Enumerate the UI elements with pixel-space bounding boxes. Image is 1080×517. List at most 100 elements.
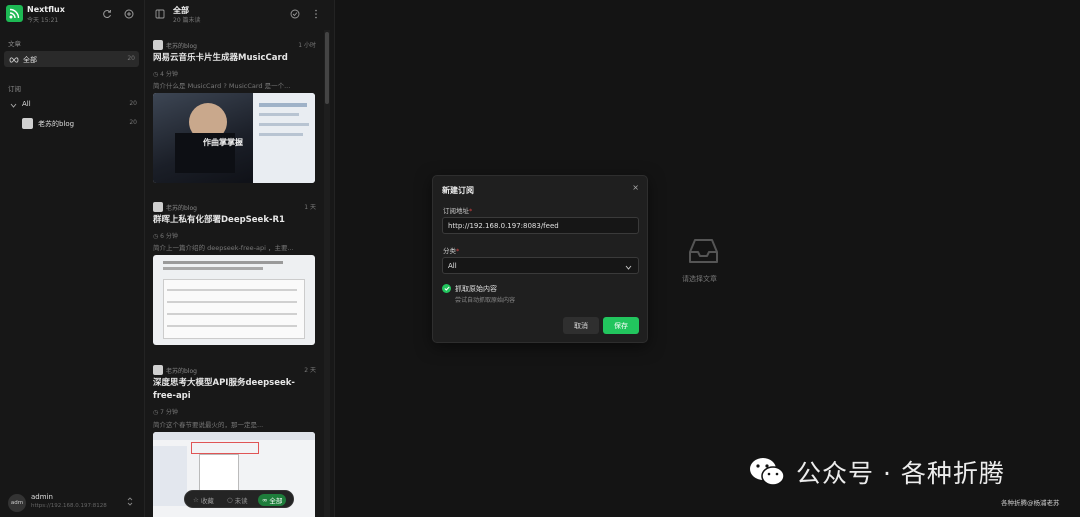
filter-unread[interactable]: ○ 未读 [223,494,252,506]
article-thumbnail [153,255,315,345]
url-label-text: 订阅地址 [443,207,469,215]
ui-preview-line [259,103,307,107]
article-time: 1 天 [304,204,316,211]
article-list: 全部 20 篇未读 老苏的blog 1 小时 网易云音乐卡片生成器MusicCa… [145,0,335,517]
crawler-label: 抓取原始内容 [455,285,497,293]
list-scrollbar-thumb[interactable] [325,32,329,104]
required-marker: * [456,247,460,255]
sidebar-shape [153,446,187,506]
article-source: 老苏的blog [153,40,197,50]
empty-state-text: 请选择文章 [682,275,717,283]
sidebar-toggle-icon[interactable] [155,9,165,21]
ui-preview-line [259,123,309,126]
list-subtitle: 20 篇未读 [173,17,201,24]
sidebar-category-all[interactable]: All 20 [8,98,137,112]
popup-shape [199,454,239,494]
user-url: https://192.168.0.197:8128 [31,503,107,509]
star-icon: ☆ [193,496,199,504]
article-item[interactable]: 老苏的blog 1 小时 网易云音乐卡片生成器MusicCard ◷ 4 分钟 … [153,40,316,185]
doc-table-shape [163,279,305,339]
article-read-time-label: 6 分钟 [160,233,178,240]
chevron-updown-icon [127,497,133,508]
filter-starred[interactable]: ☆ 收藏 [189,494,218,506]
doc-line [167,301,297,303]
add-feed-icon[interactable] [123,8,135,20]
article-thumbnail: 作曲掌掌握 [153,93,315,183]
articles-section-label: 文章 [8,40,21,48]
filter-all-label: 全部 [269,497,283,505]
doc-line [163,267,263,270]
crawler-description: 尝试自动抓取原始内容 [455,297,516,304]
sidebar-feed-item[interactable]: 老苏的blog 20 [8,117,137,131]
doc-line [167,289,297,291]
circle-icon: ○ [227,496,233,504]
article-title: 群晖上私有化部署DeepSeek-R1 [153,215,285,225]
article-read-time: ◷ 4 分钟 [153,71,178,78]
article-source-label: 老苏的blog [166,367,197,375]
list-header: 全部 20 篇未读 [145,0,334,28]
article-source-label: 老苏的blog [166,42,197,50]
feed-favicon-icon [153,40,163,50]
article-desc: 简介这个春节要说最火的，那一定是... [153,421,264,429]
thumbnail-caption: 作曲掌掌握 [203,138,243,147]
infinity-icon: ∞ [262,496,268,504]
article-time: 2 天 [304,367,316,374]
watermark-text: 公众号 · 各种折腾 [796,459,1005,488]
infinity-icon [9,56,19,65]
article-desc: 简介什么是 MusicCard ? MusicCard 是一个... [153,82,291,90]
article-read-time-label: 4 分钟 [160,71,178,78]
category-select[interactable]: All [442,257,639,274]
feed-favicon-icon [153,365,163,375]
filter-starred-label: 收藏 [200,497,214,505]
article-source: 老苏的blog [153,202,197,212]
watermark: 公众号 · 各种折腾 [748,452,1005,492]
refresh-icon[interactable] [101,8,113,20]
rss-logo-icon [6,5,23,22]
category-field-label: 分类* [443,245,459,255]
sidebar-item-all-count: 20 [127,55,135,62]
save-button[interactable]: 保存 [603,317,639,334]
category-label: All [22,100,31,108]
filter-bar: ☆ 收藏 ○ 未读 ∞ 全部 [184,490,294,508]
new-subscription-dialog: 新建订阅 × 订阅地址* http://192.168.0.197:8083/f… [432,175,648,343]
article-read-time-label: 7 分钟 [160,409,178,416]
doc-line [167,313,297,315]
more-vertical-icon[interactable] [314,9,318,21]
mark-read-icon[interactable] [290,9,300,21]
feed-favicon-icon [153,202,163,212]
feed-favicon-icon [22,118,33,129]
article-read-time: ◷ 6 分钟 [153,233,178,240]
dialog-title: 新建订阅 [442,186,474,195]
article-source: 老苏的blog [153,365,197,375]
category-select-value: All [448,261,457,270]
sidebar-item-all-label: 全部 [23,56,37,64]
app-subtitle: 今天 15:21 [27,17,59,24]
article-title: 深度思考大模型API服务deepseek-free-api [153,378,295,401]
close-icon[interactable]: × [632,183,639,192]
category-label-text: 分类 [443,247,456,255]
watermark-subtext: 各种折腾@杨浦老苏 [1001,499,1060,507]
user-menu[interactable]: adm admin https://192.168.0.197:8128 [0,487,145,517]
url-field-label: 订阅地址* [443,205,472,215]
doc-toolbar [153,432,315,440]
article-item[interactable]: 老苏的blog 1 天 群晖上私有化部署DeepSeek-R1 ◷ 6 分钟 简… [153,202,316,347]
doc-line [167,325,297,327]
feed-label: 老苏的blog [38,120,75,128]
crawler-checkbox[interactable] [442,284,451,293]
subscriptions-section-label: 订阅 [8,85,21,93]
article-desc: 简介上一篇介绍的 deepseek-free-api ，主要... [153,244,294,252]
highlight-box [191,442,259,454]
filter-unread-label: 未读 [234,497,248,505]
wechat-icon [750,458,785,486]
article-read-time: ◷ 7 分钟 [153,409,178,416]
sidebar-item-all[interactable]: 全部 20 [4,51,139,67]
filter-all[interactable]: ∞ 全部 [258,494,287,506]
article-title: 网易云音乐卡片生成器MusicCard [153,53,288,63]
chevron-down-icon [10,101,17,110]
ui-preview-line [259,133,303,136]
cancel-button[interactable]: 取消 [563,317,599,334]
category-count: 20 [129,100,137,107]
url-input[interactable]: http://192.168.0.197:8083/feed [442,217,639,234]
doc-line [163,261,283,264]
article-time: 1 小时 [298,42,316,49]
